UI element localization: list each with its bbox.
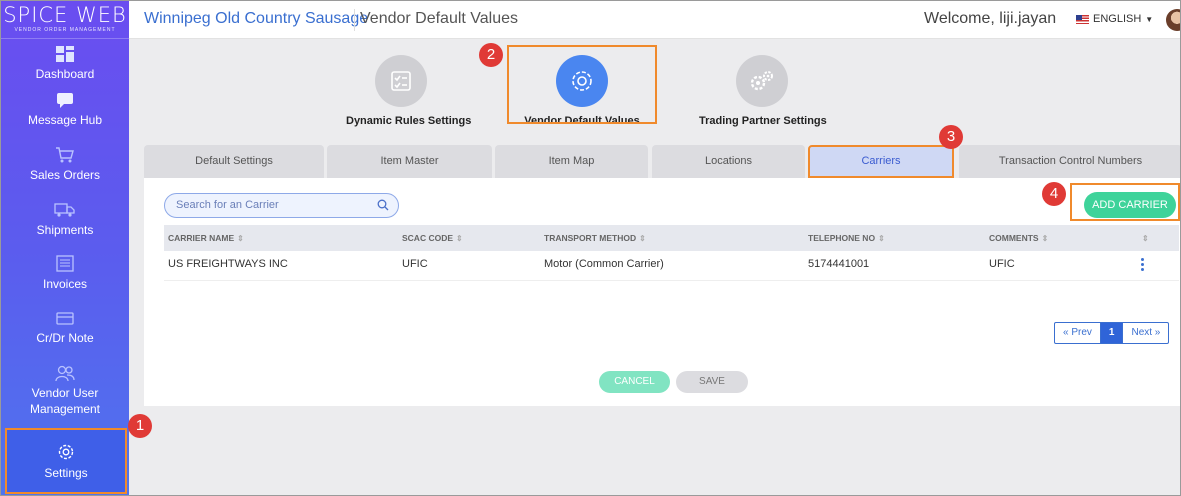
search-icon[interactable] <box>377 199 389 211</box>
search-input[interactable]: Search for an Carrier <box>164 193 399 218</box>
step-badge: 1 <box>128 414 152 438</box>
table-row[interactable]: US FREIGHTWAYS INC UFIC Motor (Common Ca… <box>164 251 1179 281</box>
app-window: SPICE WEB VENDOR ORDER MANAGEMENT Dashbo… <box>0 0 1181 496</box>
cancel-button[interactable]: CANCEL <box>599 371 670 393</box>
gears-icon <box>750 71 773 91</box>
column-header[interactable]: TRANSPORT METHOD ⇕ <box>544 225 646 252</box>
sort-icon: ⇕ <box>456 234 463 243</box>
sort-icon[interactable]: ⇕ <box>1139 225 1149 252</box>
chat-icon <box>57 93 73 108</box>
sidebar-item-settings[interactable]: Settings <box>5 428 127 494</box>
step-badge: 3 <box>939 125 963 149</box>
cell-transport-method: Motor (Common Carrier) <box>544 258 664 270</box>
sidebar-item-label: Invoices <box>42 277 88 291</box>
tab-item-map[interactable]: Item Map <box>495 145 648 178</box>
sidebar-item-label: Vendor User Management <box>29 386 101 416</box>
sidebar-item-sales-orders[interactable]: Sales Orders <box>1 146 129 183</box>
tab-locations[interactable]: Locations <box>652 145 805 178</box>
avatar[interactable] <box>1166 9 1180 31</box>
sidebar-item-label: Dashboard <box>35 67 95 81</box>
sort-icon: ⇕ <box>237 234 244 243</box>
card-icon <box>56 312 74 325</box>
company-name[interactable]: Winnipeg Old Country Sausage <box>144 10 368 28</box>
sidebar-item-message-hub[interactable]: Message Hub <box>1 92 129 128</box>
sidebar-item-label: Settings <box>44 466 88 480</box>
sort-icon: ⇕ <box>878 234 885 243</box>
sidebar-item-cr-dr-note[interactable]: Cr/Dr Note <box>1 311 129 346</box>
language-selector[interactable]: ENGLISH ▼ <box>1076 13 1153 25</box>
table-header: CARRIER NAME ⇕ SCAC CODE ⇕ TRANSPORT METHO… <box>164 225 1179 251</box>
cell-scac-code: UFIC <box>402 258 428 270</box>
settings-circle <box>375 55 427 107</box>
sidebar-item-shipments[interactable]: Shipments <box>1 201 129 238</box>
truck-icon <box>54 203 75 217</box>
language-label: ENGLISH <box>1093 13 1142 25</box>
more-options-icon[interactable] <box>1141 258 1145 273</box>
highlight-box <box>507 45 657 124</box>
sidebar-item-label: Sales Orders <box>29 168 101 182</box>
chevron-down-icon: ▼ <box>1145 14 1154 24</box>
column-header[interactable]: COMMENTS ⇕ <box>989 225 1048 252</box>
settings-nav-label: Trading Partner Settings <box>699 115 827 127</box>
top-header: Winnipeg Old Country Sausage Vendor Defa… <box>129 1 1180 39</box>
sidebar-item-label: Message Hub <box>27 113 103 127</box>
gear-icon <box>58 444 74 460</box>
dashboard-icon <box>56 46 74 62</box>
sidebar-item-label: Shipments <box>36 223 94 237</box>
sidebar-item-dashboard[interactable]: Dashboard <box>1 45 129 82</box>
search-placeholder: Search for an Carrier <box>176 199 279 211</box>
settings-nav-dynamic-rules[interactable]: Dynamic Rules Settings <box>346 55 472 127</box>
invoice-icon <box>56 255 74 272</box>
settings-nav: Dynamic Rules Settings Vendor Default Va… <box>129 39 1180 139</box>
step-badge: 4 <box>1042 182 1066 206</box>
prev-page-button[interactable]: « Prev <box>1055 323 1100 343</box>
main-content: Dynamic Rules Settings Vendor Default Va… <box>129 39 1180 495</box>
pagination: « Prev 1 Next » <box>1054 322 1170 344</box>
step-badge: 2 <box>479 43 503 67</box>
page-title: Vendor Default Values <box>360 10 519 27</box>
sidebar-item-label: Cr/Dr Note <box>36 331 94 345</box>
cell-comments: UFIC <box>989 258 1015 270</box>
column-header[interactable]: SCAC CODE ⇕ <box>402 225 463 252</box>
sort-icon: ⇕ <box>639 234 646 243</box>
cart-icon <box>56 147 74 163</box>
page-1-button[interactable]: 1 <box>1099 323 1124 343</box>
next-page-button[interactable]: Next » <box>1123 323 1168 343</box>
settings-nav-trading-partner[interactable]: Trading Partner Settings <box>699 55 827 127</box>
sidebar-item-vendor-user-management[interactable]: Vendor User Management <box>1 364 129 417</box>
cell-carrier-name: US FREIGHTWAYS INC <box>168 258 288 270</box>
header-divider <box>354 9 355 31</box>
tab-carriers[interactable]: Carriers <box>808 145 954 178</box>
sort-icon: ⇕ <box>1041 234 1049 243</box>
sidebar-item-invoices[interactable]: Invoices <box>1 255 129 292</box>
welcome-text: Welcome, liji.jayan <box>924 10 1057 27</box>
checklist-icon <box>391 71 411 91</box>
sidebar: SPICE WEB VENDOR ORDER MANAGEMENT Dashbo… <box>1 1 129 495</box>
cell-telephone: 5174441001 <box>808 258 870 270</box>
users-icon <box>55 365 75 382</box>
tab-item-master[interactable]: Item Master <box>327 145 492 178</box>
save-button[interactable]: SAVE <box>676 371 748 393</box>
column-header[interactable]: CARRIER NAME ⇕ <box>168 225 244 252</box>
logo-text: SPICE WEB <box>3 3 127 27</box>
highlight-box <box>1070 183 1180 221</box>
column-header[interactable]: TELEPHONE NO ⇕ <box>808 225 885 252</box>
logo: SPICE WEB VENDOR ORDER MANAGEMENT <box>1 1 129 39</box>
us-flag-icon <box>1076 14 1089 24</box>
settings-circle <box>735 55 788 107</box>
logo-subtitle: VENDOR ORDER MANAGEMENT <box>14 27 116 33</box>
settings-nav-label: Dynamic Rules Settings <box>346 115 472 127</box>
tab-default-settings[interactable]: Default Settings <box>144 145 324 178</box>
tab-transaction-control-numbers[interactable]: Transaction Control Numbers <box>959 145 1180 178</box>
